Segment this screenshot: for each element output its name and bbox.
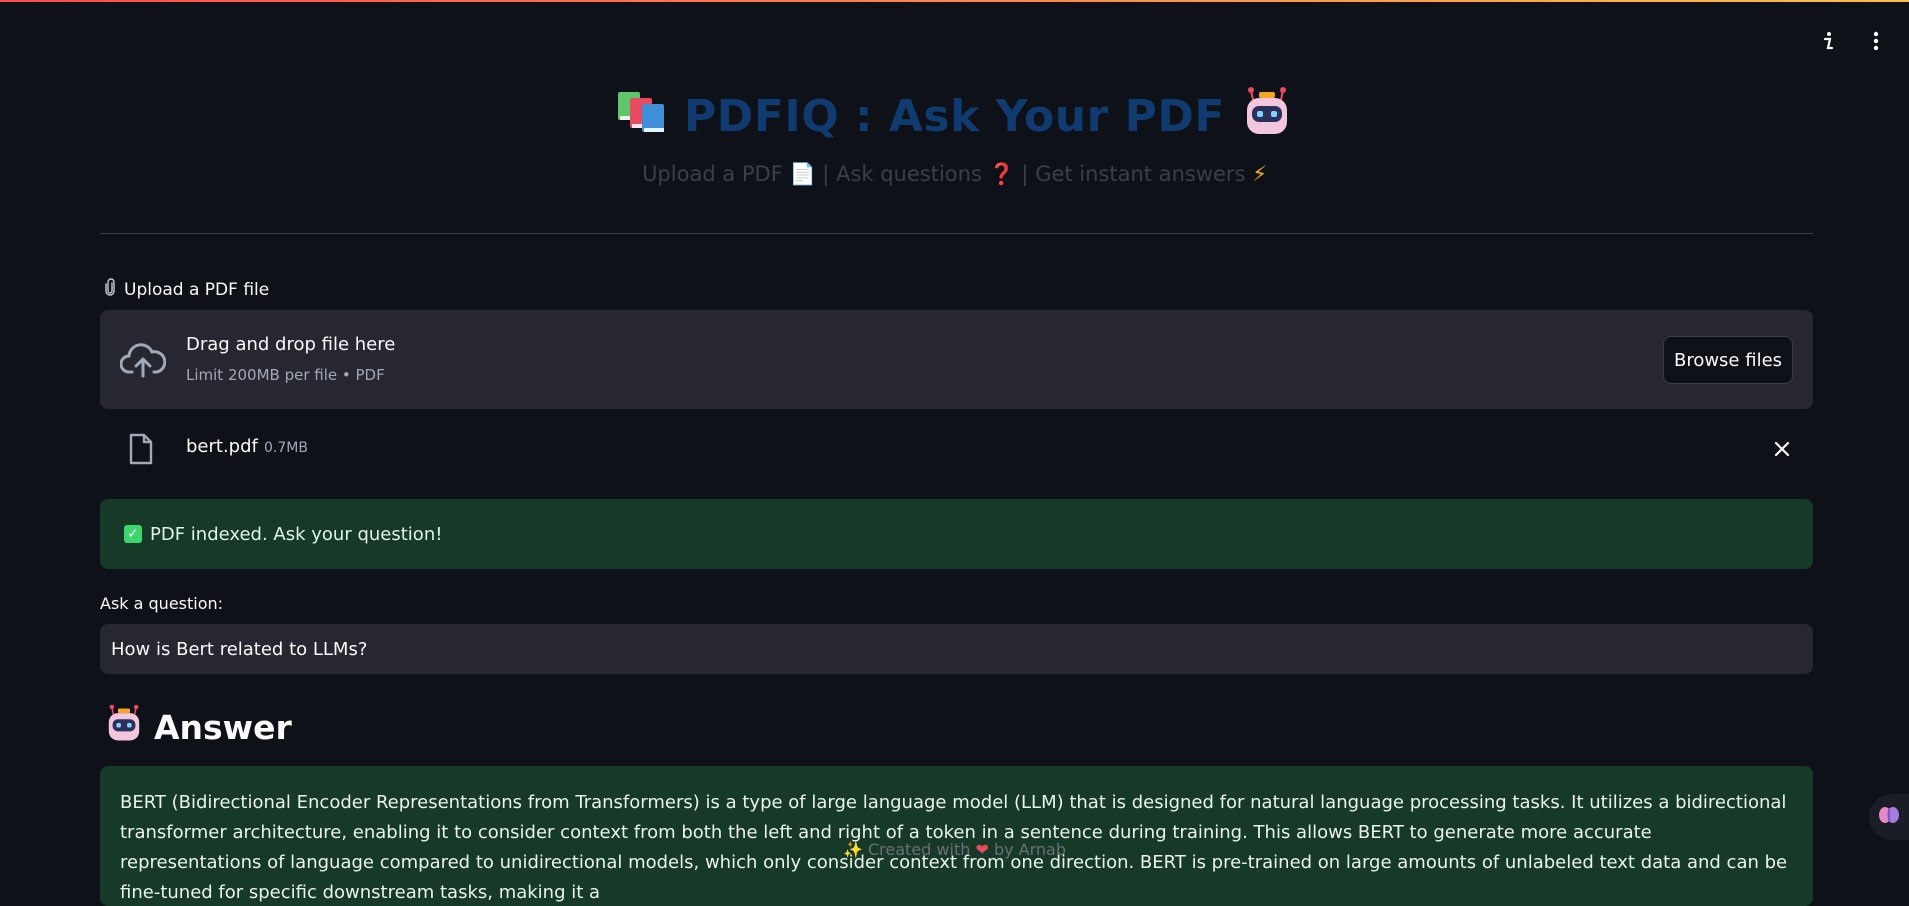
sparkles-icon: ✨	[842, 840, 863, 859]
bolt-icon: ⚡	[1252, 162, 1267, 186]
upload-label-text: Upload a PDF file	[124, 279, 270, 300]
page-title: PDFIQ : Ask Your PDF	[616, 86, 1293, 147]
file-name: bert.pdf	[186, 436, 258, 457]
paperclip-icon	[104, 278, 116, 301]
header-actions	[1817, 30, 1887, 52]
uploaded-file-row: bert.pdf 0.7MB	[100, 430, 1813, 466]
page-subtitle: Upload a PDF 📄 | Ask questions ❓ | Get i…	[0, 162, 1909, 187]
dropzone-title: Drag and drop file here	[186, 334, 396, 355]
subtitle-separator: |	[815, 162, 830, 186]
question-input[interactable]	[100, 624, 1813, 674]
footer: ✨ Created with ❤ by Arnab	[0, 840, 1909, 859]
answer-heading: Answer	[104, 704, 292, 750]
answer-box: BERT (Bidirectional Encoder Representati…	[100, 766, 1813, 906]
question-icon: ❓	[988, 162, 1015, 186]
upload-label: Upload a PDF file	[104, 278, 269, 301]
top-decoration-bar	[0, 0, 1909, 2]
success-alert: ✓ PDF indexed. Ask your question!	[100, 499, 1813, 569]
page-icon: 📄	[789, 162, 816, 186]
file-icon	[128, 433, 154, 469]
side-tab[interactable]	[1869, 794, 1909, 840]
checkbox-icon: ✓	[124, 525, 142, 543]
cloud-upload-icon	[119, 340, 167, 380]
info-icon[interactable]	[1817, 30, 1839, 52]
books-icon	[616, 88, 668, 145]
dropzone-limit: Limit 200MB per file • PDF	[186, 366, 385, 384]
more-vertical-icon[interactable]	[1865, 30, 1887, 52]
robot-icon	[104, 704, 144, 750]
close-icon[interactable]	[1773, 440, 1791, 458]
heart-icon: ❤	[975, 840, 989, 859]
page-title-text: PDFIQ : Ask Your PDF	[684, 91, 1225, 142]
robot-icon	[1241, 86, 1293, 147]
subtitle-upload: Upload a PDF	[642, 162, 783, 186]
subtitle-answers: Get instant answers	[1035, 162, 1246, 186]
answer-heading-text: Answer	[154, 707, 292, 747]
success-message: PDF indexed. Ask your question!	[150, 523, 443, 545]
divider	[100, 233, 1813, 234]
title-wrap: PDFIQ : Ask Your PDF	[0, 86, 1909, 147]
file-dropzone[interactable]: Drag and drop file here Limit 200MB per …	[100, 310, 1813, 409]
browse-files-button[interactable]: Browse files	[1663, 336, 1793, 384]
brain-icon	[1878, 805, 1900, 829]
subtitle-separator: |	[1014, 162, 1029, 186]
file-size: 0.7MB	[264, 440, 308, 456]
subtitle-ask: Ask questions	[836, 162, 982, 186]
footer-text-before: Created with	[868, 840, 971, 859]
question-label: Ask a question:	[100, 594, 224, 613]
footer-text-after: by Arnab	[993, 840, 1067, 859]
